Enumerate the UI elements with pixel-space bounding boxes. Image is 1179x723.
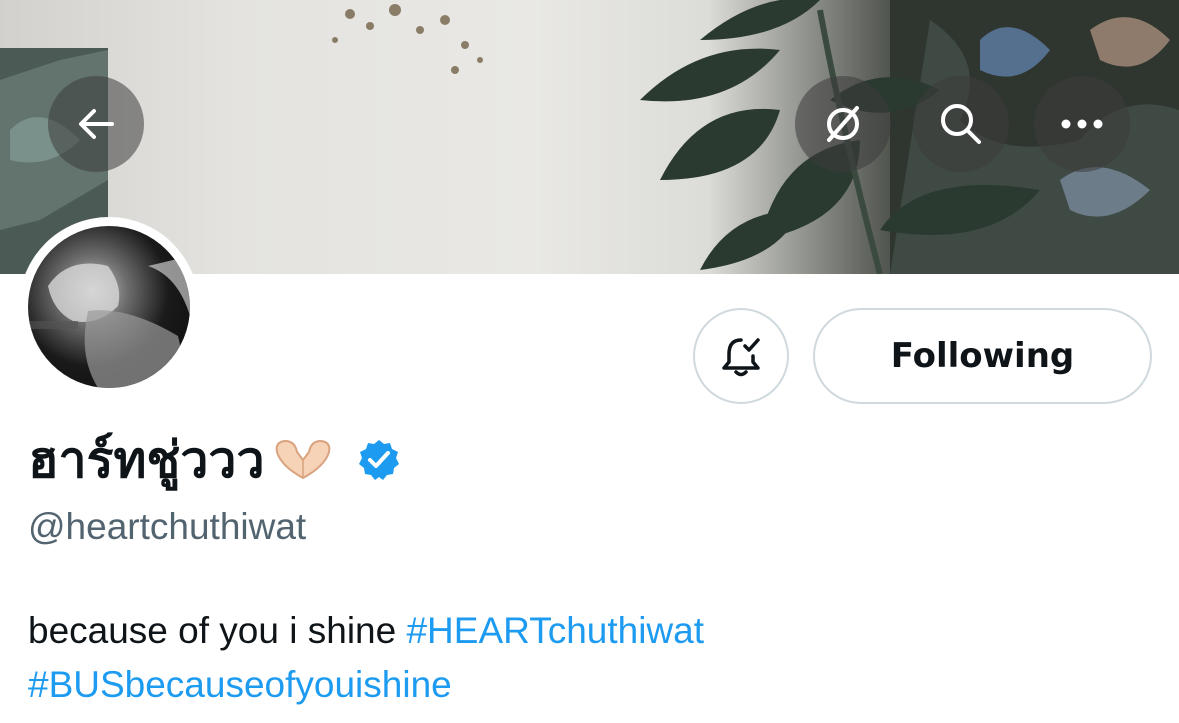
back-button[interactable] bbox=[48, 76, 144, 172]
search-icon bbox=[941, 104, 981, 144]
more-options-button[interactable] bbox=[1034, 76, 1130, 172]
bio-text: because of you i shine bbox=[28, 610, 407, 651]
profile-handle: @heartchuthiwat bbox=[28, 506, 307, 547]
heart-hands-icon bbox=[271, 438, 335, 482]
search-button[interactable] bbox=[913, 76, 1009, 172]
hide-slash-icon bbox=[827, 106, 859, 142]
hashtag-link[interactable]: #BUSbecauseofyouishine bbox=[28, 664, 452, 705]
avatar-image bbox=[28, 226, 190, 388]
notifications-button[interactable] bbox=[693, 308, 789, 404]
hide-banner-button[interactable] bbox=[795, 76, 891, 172]
display-name: ฮาร์ทชู่ววว bbox=[28, 430, 265, 489]
hashtag-link[interactable]: #HEARTchuthiwat bbox=[406, 610, 704, 651]
more-horizontal-icon bbox=[1061, 119, 1103, 129]
verified-badge-icon[interactable] bbox=[357, 438, 401, 482]
arrow-left-icon bbox=[79, 109, 114, 139]
following-button[interactable]: Following bbox=[813, 308, 1152, 404]
profile-name-row: ฮาร์ทชู่ววว bbox=[28, 420, 401, 500]
avatar[interactable] bbox=[19, 217, 199, 397]
profile-bio: because of you i shine #HEARTchuthiwat #… bbox=[28, 604, 1158, 712]
bell-check-icon bbox=[722, 338, 760, 377]
